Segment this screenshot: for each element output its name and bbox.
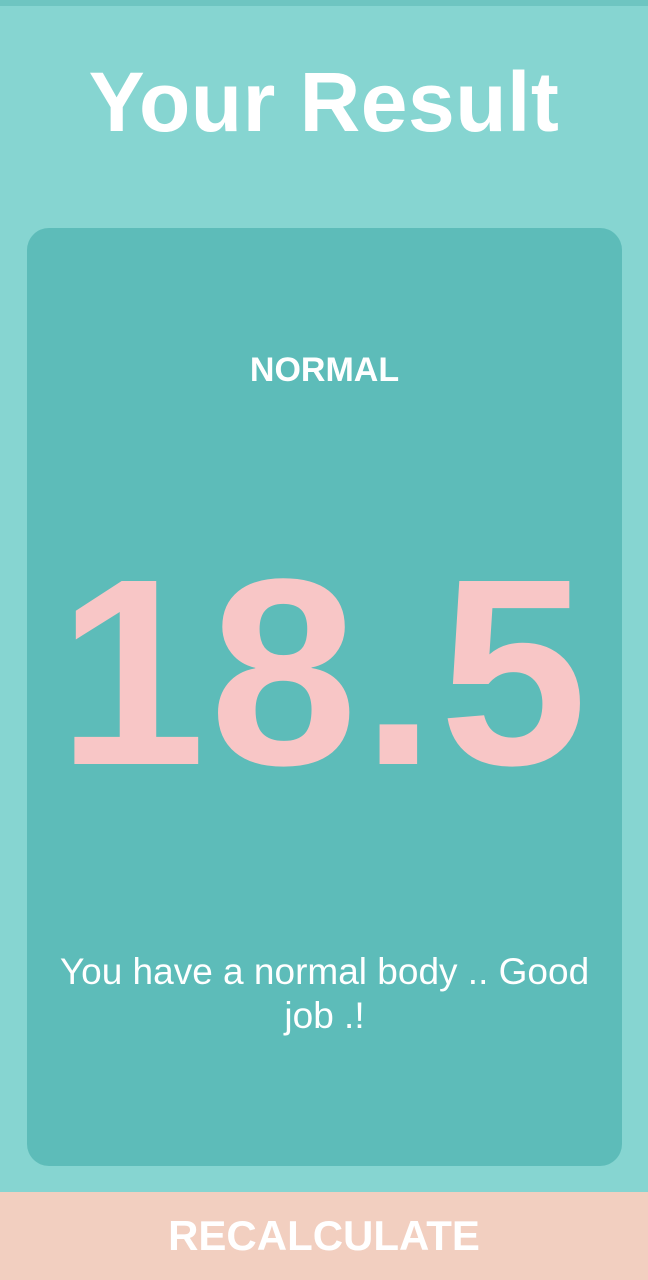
bmi-value: 18.5	[57, 524, 592, 821]
recalculate-button[interactable]: RECALCULATE	[0, 1192, 648, 1280]
result-card: NORMAL 18.5 You have a normal body .. Go…	[27, 228, 622, 1166]
result-message: You have a normal body .. Good job .!	[59, 951, 590, 1036]
result-category-label: NORMAL	[249, 351, 400, 389]
page-title: Your Result	[88, 55, 560, 149]
status-bar-edge	[0, 0, 648, 6]
